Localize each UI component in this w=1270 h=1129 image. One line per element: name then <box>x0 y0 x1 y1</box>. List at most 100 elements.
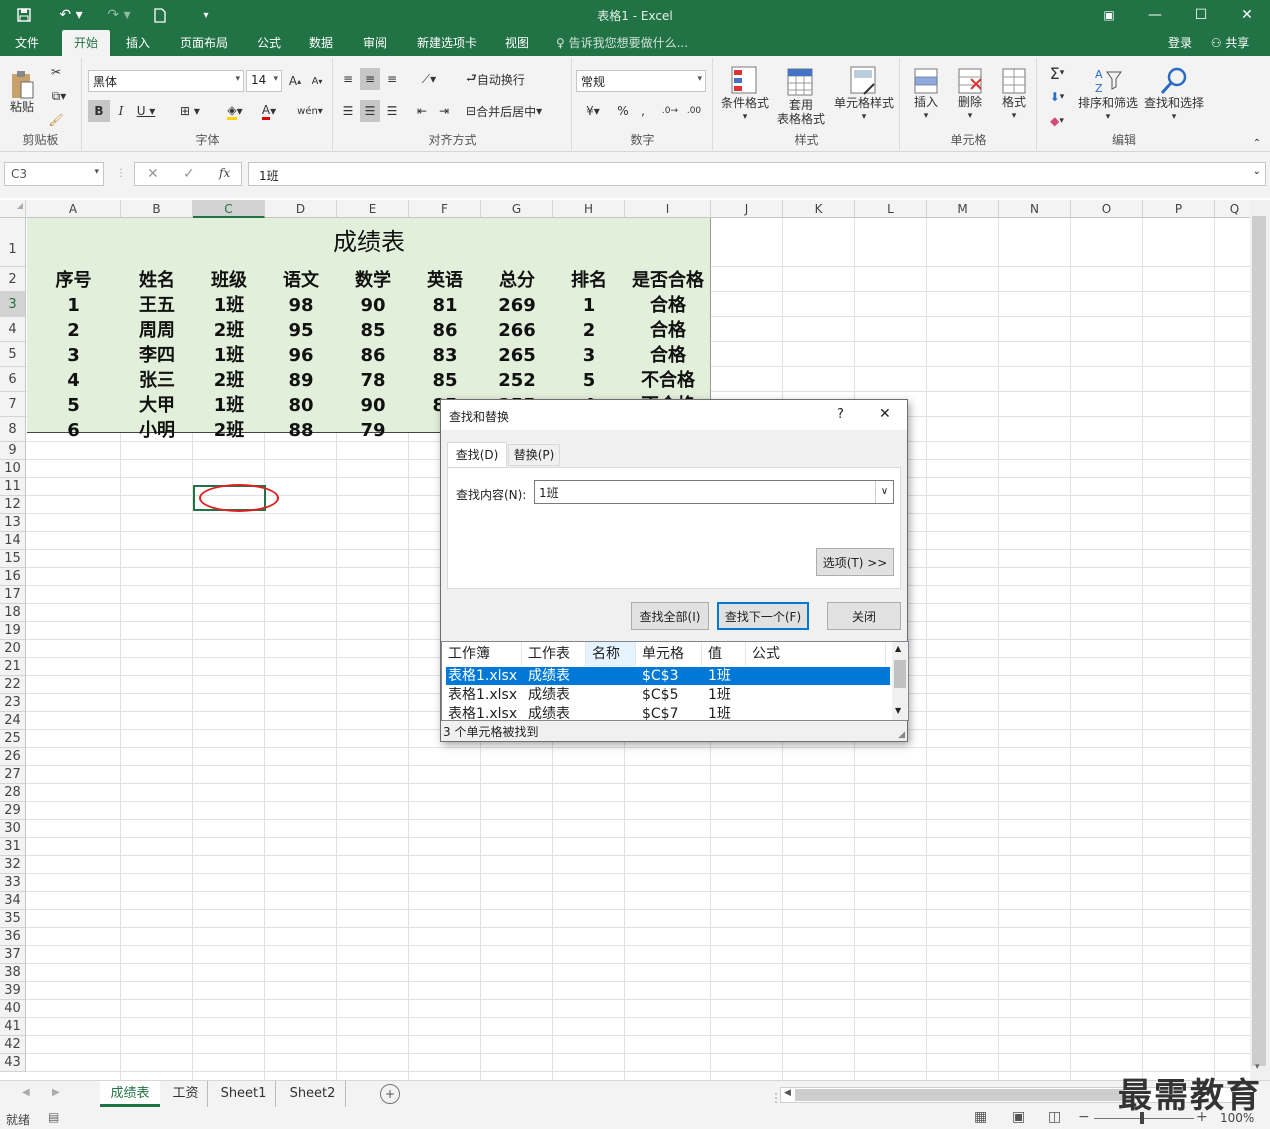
column-header-c[interactable]: C <box>193 200 265 218</box>
scroll-down-icon[interactable]: ▼ <box>895 706 901 715</box>
data-cell[interactable]: 85 <box>337 318 409 343</box>
row-header-41[interactable]: 41 <box>0 1018 26 1036</box>
font-size-select[interactable]: 14 ▾ <box>246 70 282 92</box>
share-button[interactable]: ⚇ 共享 <box>1204 30 1256 56</box>
data-cell[interactable]: 合格 <box>625 343 711 368</box>
row-header-38[interactable]: 38 <box>0 964 26 982</box>
data-cell[interactable]: 3 <box>26 343 121 368</box>
row-header-39[interactable]: 39 <box>0 982 26 1000</box>
row-header-10[interactable]: 10 <box>0 460 26 478</box>
row-header-12[interactable]: 12 <box>0 496 26 514</box>
row-header-33[interactable]: 33 <box>0 874 26 892</box>
row-header-24[interactable]: 24 <box>0 712 26 730</box>
data-cell[interactable]: 周周 <box>121 318 193 343</box>
results-column-header[interactable]: 名称 <box>586 642 636 666</box>
enter-icon[interactable]: ✓ <box>183 166 195 182</box>
data-cell[interactable]: 90 <box>337 293 409 318</box>
h-scroll-thumb[interactable] <box>795 1089 1125 1101</box>
results-scrollbar[interactable]: ▲ ▼ <box>892 642 908 720</box>
column-header-q[interactable]: Q <box>1215 200 1250 218</box>
help-icon[interactable]: ? <box>837 407 844 422</box>
row-header-43[interactable]: 43 <box>0 1054 26 1072</box>
column-header-i[interactable]: I <box>625 200 711 218</box>
tab-home[interactable]: 开始 <box>62 30 110 56</box>
header-cell[interactable]: 序号 <box>26 268 121 293</box>
tab-file[interactable]: 文件 <box>6 30 48 56</box>
data-cell[interactable]: 95 <box>265 318 337 343</box>
sheet-tab-scores[interactable]: 成绩表 <box>100 1081 160 1107</box>
data-cell[interactable]: 1 <box>26 293 121 318</box>
row-header-34[interactable]: 34 <box>0 892 26 910</box>
scroll-thumb[interactable] <box>1252 216 1266 1066</box>
increase-indent-icon[interactable]: ⇥ <box>434 100 454 122</box>
data-cell[interactable]: 2班 <box>193 368 265 393</box>
add-sheet-icon[interactable]: + <box>380 1084 400 1104</box>
tab-review[interactable]: 审阅 <box>354 30 396 56</box>
minimize-icon[interactable]: — <box>1132 0 1178 30</box>
data-cell[interactable]: 252 <box>481 368 553 393</box>
row-header-40[interactable]: 40 <box>0 1000 26 1018</box>
column-header-m[interactable]: M <box>927 200 999 218</box>
row-header-8[interactable]: 8 <box>0 417 26 442</box>
data-cell[interactable]: 6 <box>26 418 121 443</box>
row-header-16[interactable]: 16 <box>0 568 26 586</box>
tab-insert[interactable]: 插入 <box>116 30 160 56</box>
row-header-32[interactable]: 32 <box>0 856 26 874</box>
row-header-18[interactable]: 18 <box>0 604 26 622</box>
row-header-7[interactable]: 7 <box>0 392 26 417</box>
italic-icon[interactable]: I <box>111 100 131 122</box>
collapse-ribbon-icon[interactable]: ⌃ <box>1250 136 1264 150</box>
data-cell[interactable]: 81 <box>409 293 481 318</box>
zoom-slider[interactable] <box>1094 1118 1194 1119</box>
align-right-icon[interactable]: ☰ <box>382 100 402 122</box>
vertical-scrollbar[interactable]: ▾ <box>1250 200 1270 1080</box>
sheet-tab-salary[interactable]: 工资 <box>164 1081 208 1107</box>
data-cell[interactable]: 4 <box>26 368 121 393</box>
data-cell[interactable]: 2 <box>26 318 121 343</box>
row-header-28[interactable]: 28 <box>0 784 26 802</box>
data-cell[interactable]: 合格 <box>625 318 711 343</box>
data-cell[interactable]: 2班 <box>193 318 265 343</box>
header-cell[interactable]: 姓名 <box>121 268 193 293</box>
header-cell[interactable]: 英语 <box>409 268 481 293</box>
column-header-b[interactable]: B <box>121 200 193 218</box>
align-left-icon[interactable]: ☰ <box>338 100 358 122</box>
row-header-5[interactable]: 5 <box>0 342 26 367</box>
close-button[interactable]: 关闭 <box>827 602 901 630</box>
data-cell[interactable]: 2 <box>553 318 625 343</box>
options-button[interactable]: 选项(T) >> <box>816 548 894 576</box>
data-cell[interactable]: 85 <box>409 368 481 393</box>
row-header-22[interactable]: 22 <box>0 676 26 694</box>
data-cell[interactable]: 90 <box>337 393 409 418</box>
percent-icon[interactable]: % <box>613 100 633 122</box>
delete-cells-button[interactable]: 删除 ▾ <box>949 62 991 128</box>
data-cell[interactable]: 98 <box>265 293 337 318</box>
data-cell[interactable]: 1 <box>553 293 625 318</box>
column-header-f[interactable]: F <box>409 200 481 218</box>
fill-color-icon[interactable]: ◈ ▾ <box>219 100 251 122</box>
sheet-tab-sheet1[interactable]: Sheet1 <box>212 1081 276 1107</box>
tab-new[interactable]: 新建选项卡 <box>408 30 486 56</box>
header-cell[interactable]: 语文 <box>265 268 337 293</box>
column-header-o[interactable]: O <box>1071 200 1143 218</box>
number-format-select[interactable]: 常规 ▾ <box>576 70 706 92</box>
find-next-button[interactable]: 查找下一个(F) <box>717 602 809 630</box>
wrap-text-button[interactable]: ⮐ 自动换行 <box>466 68 546 90</box>
row-header-19[interactable]: 19 <box>0 622 26 640</box>
select-all-corner[interactable]: ◢ <box>0 200 26 218</box>
format-cells-button[interactable]: 格式 ▾ <box>993 62 1035 128</box>
find-input[interactable]: 1班 ∨ <box>534 480 894 504</box>
name-box[interactable]: C3 ▾ <box>4 162 104 186</box>
cut-icon[interactable]: ✂ <box>44 62 68 82</box>
expand-formula-icon[interactable]: ⌄ <box>1253 166 1261 177</box>
resize-grip-icon[interactable]: ◢ <box>898 730 905 740</box>
column-header-a[interactable]: A <box>26 200 121 218</box>
data-cell[interactable]: 3 <box>553 343 625 368</box>
data-cell[interactable]: 大甲 <box>121 393 193 418</box>
fill-icon[interactable]: ⬇ ▾ <box>1042 86 1072 108</box>
header-cell[interactable]: 总分 <box>481 268 553 293</box>
increase-decimal-icon[interactable]: .0→ <box>659 100 681 122</box>
header-cell[interactable]: 班级 <box>193 268 265 293</box>
maximize-icon[interactable]: ☐ <box>1178 0 1224 30</box>
column-header-n[interactable]: N <box>999 200 1071 218</box>
